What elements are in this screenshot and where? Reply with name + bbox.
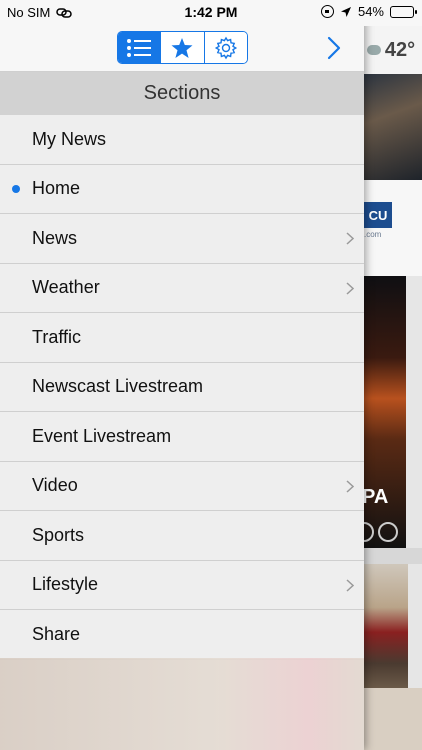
sidebar-item-video[interactable]: Video <box>0 461 364 511</box>
sidebar-item-label: Sports <box>32 524 85 545</box>
chevron-right-icon <box>346 232 354 245</box>
ad-logo: CU <box>364 202 392 228</box>
segmented-control <box>117 31 248 64</box>
forward-button[interactable] <box>322 33 346 63</box>
drawer-toolbar <box>0 26 364 72</box>
news-video-thumbnail[interactable]: PA <box>354 276 406 548</box>
chevron-right-icon <box>346 480 354 493</box>
sections-header: Sections <box>0 72 364 115</box>
ad-url: .com <box>364 230 382 239</box>
battery-icon <box>390 5 417 18</box>
star-icon <box>171 37 193 58</box>
settings-tab[interactable] <box>204 32 247 63</box>
divider <box>360 548 422 564</box>
status-bar: No SIM 1:42 PM 54% <box>0 0 422 26</box>
news-photo-2[interactable] <box>360 564 408 688</box>
sidebar-item-my-news[interactable]: My News <box>0 115 364 165</box>
sidebar-item-label: News <box>32 227 78 248</box>
news-photo-3[interactable] <box>360 688 422 750</box>
copy-icon[interactable] <box>378 522 398 542</box>
location-arrow-icon <box>340 6 351 17</box>
selected-indicator-icon <box>12 184 20 193</box>
sidebar-item-lifestyle[interactable]: Lifestyle <box>0 560 364 610</box>
news-photo[interactable] <box>360 74 422 180</box>
sidebar-item-newscast-livestream[interactable]: Newscast Livestream <box>0 362 364 412</box>
sidebar-item-label: Weather <box>32 277 100 298</box>
chevron-right-icon <box>346 282 354 295</box>
ad-banner[interactable]: CU .com <box>360 180 422 276</box>
rotation-lock-icon <box>320 5 334 18</box>
sidebar-item-label: Share <box>32 623 81 644</box>
sidebar-item-label: Video <box>32 475 78 496</box>
cloud-icon <box>366 45 381 55</box>
brand-text: PA <box>362 486 389 508</box>
sidebar-item-sports[interactable]: Sports <box>0 511 364 561</box>
chevron-right-icon <box>327 36 341 60</box>
list-icon <box>127 38 152 57</box>
sidebar-item-label: Event Livestream <box>32 425 172 446</box>
sidebar-item-label: Traffic <box>32 326 82 347</box>
sections-menu: My News Home News Weather Traffic Newscast Li… <box>0 115 364 660</box>
favorites-tab[interactable] <box>161 32 205 63</box>
sections-drawer: Sections My News Home News Weather Traffic Ne… <box>0 0 364 750</box>
drawer-footer-blur <box>0 658 364 750</box>
sidebar-item-label: Home <box>32 178 81 199</box>
sidebar-item-home[interactable]: Home <box>0 164 364 214</box>
sidebar-item-label: Newscast Livestream <box>32 376 204 397</box>
sidebar-item-label: Lifestyle <box>32 574 99 595</box>
sidebar-item-label: My News <box>32 128 107 149</box>
sidebar-item-traffic[interactable]: Traffic <box>0 313 364 363</box>
gear-icon <box>214 36 237 59</box>
sidebar-item-share[interactable]: Share <box>0 610 364 660</box>
weather-widget[interactable]: 42° <box>360 26 422 74</box>
temperature-label: 42° <box>384 38 416 61</box>
sidebar-item-weather[interactable]: Weather <box>0 263 364 313</box>
sidebar-item-event-livestream[interactable]: Event Livestream <box>0 412 364 462</box>
sections-tab[interactable] <box>118 32 162 63</box>
battery-percent: 54% <box>357 4 384 19</box>
chevron-right-icon <box>346 579 354 592</box>
sidebar-item-news[interactable]: News <box>0 214 364 264</box>
